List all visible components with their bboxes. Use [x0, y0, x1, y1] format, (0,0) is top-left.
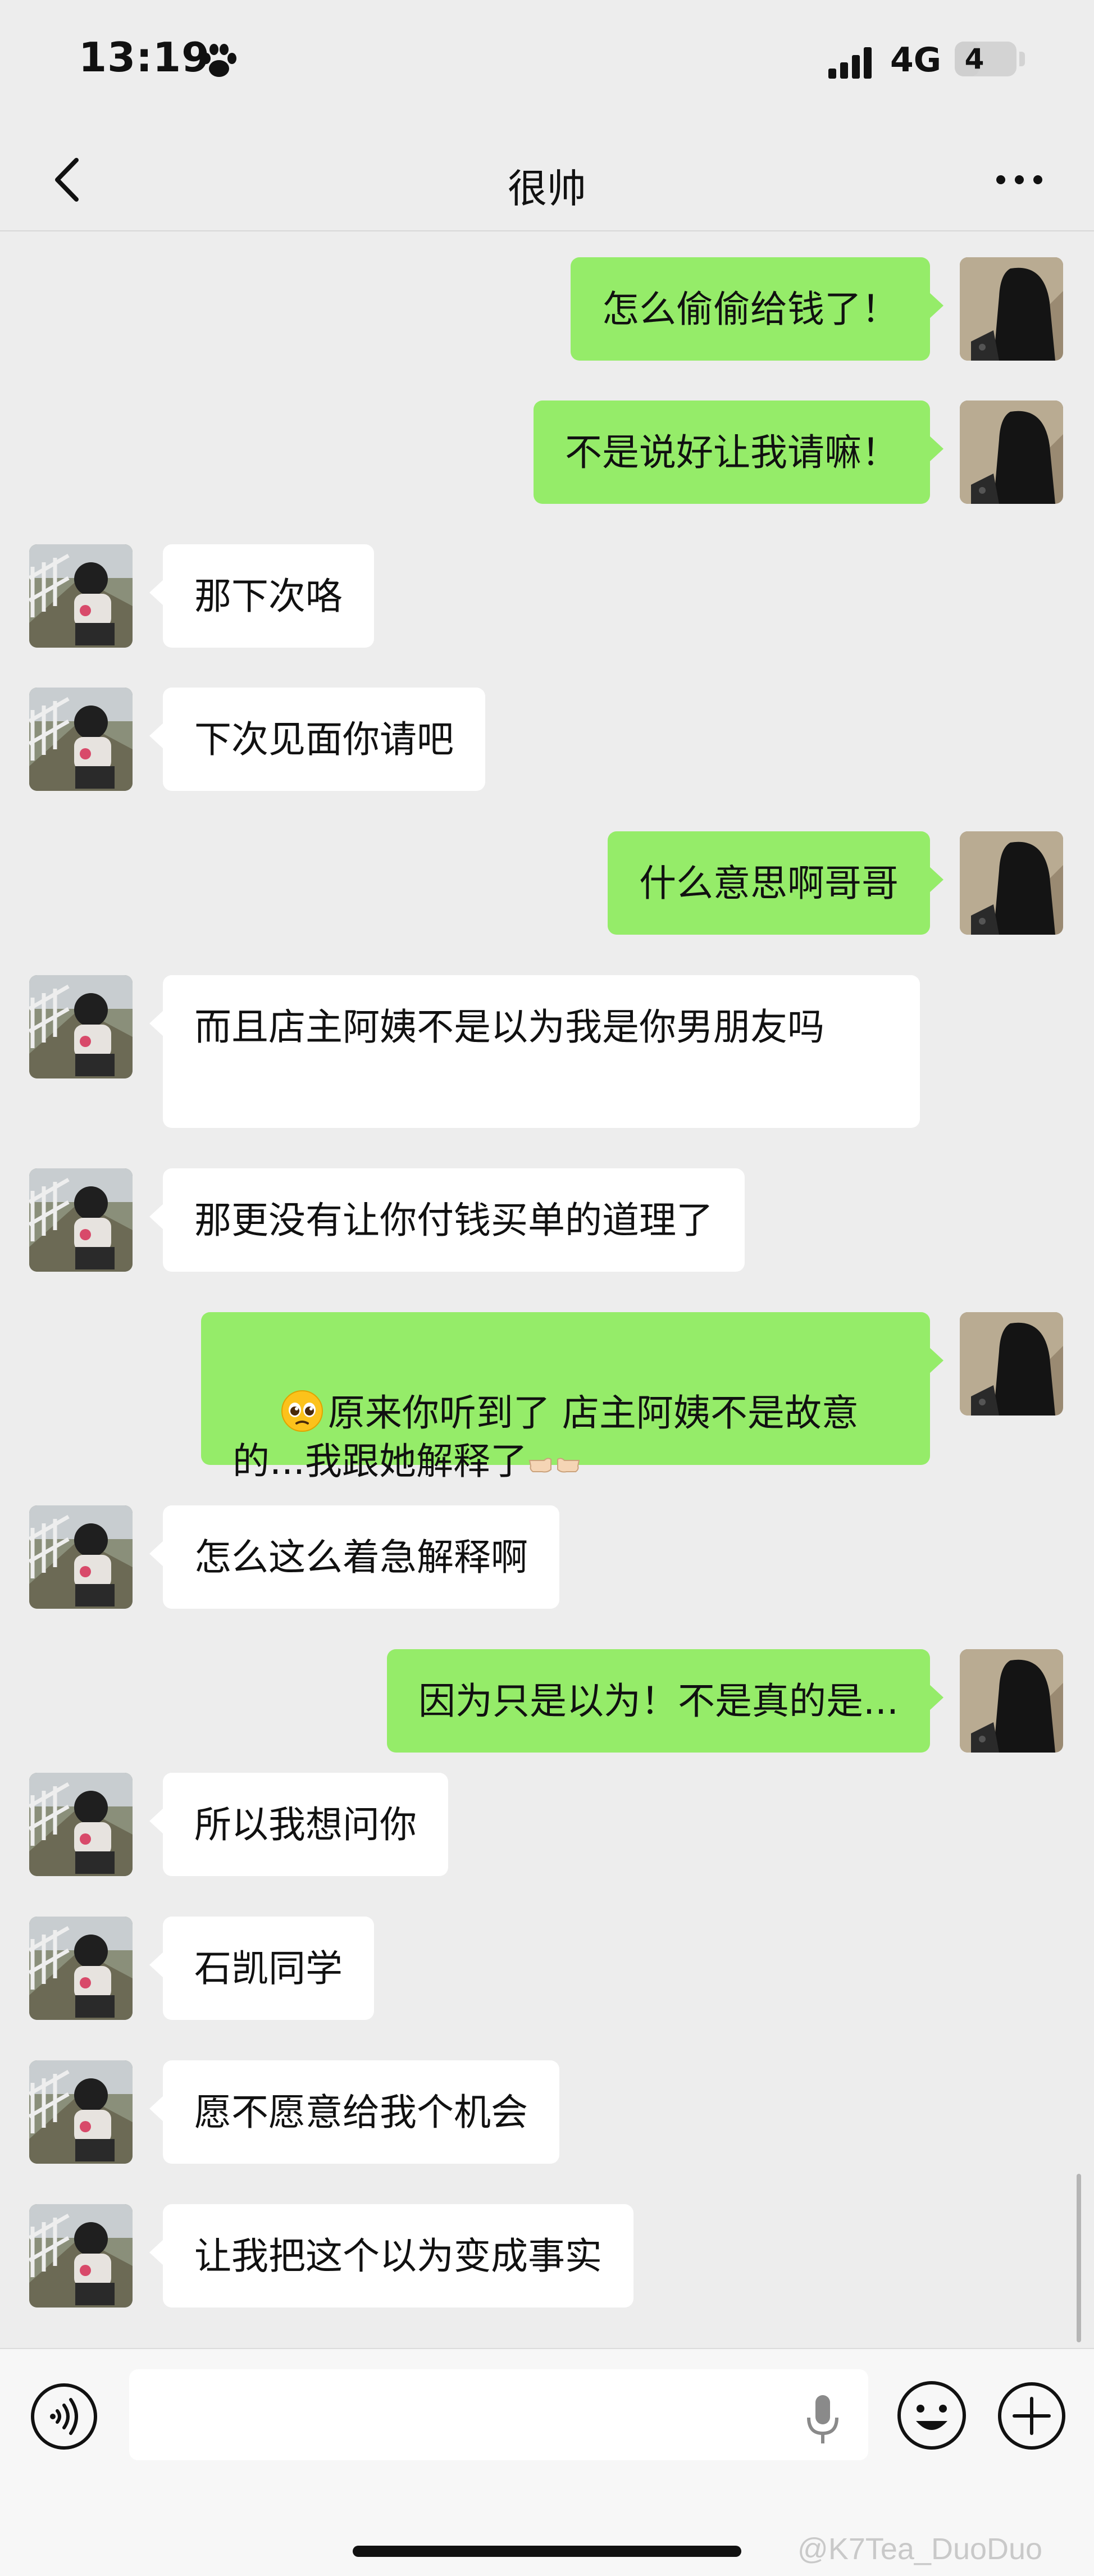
- chat-title: 很帅: [508, 166, 586, 212]
- received-message-bubble[interactable]: 下次见面你请吧: [149, 688, 485, 791]
- message-input-bar: @K7Tea_DuoDuo: [0, 2348, 1094, 2576]
- received-message-bubble[interactable]: 怎么这么着急解释啊: [149, 1505, 559, 1609]
- voice-mode-icon[interactable]: [29, 2382, 99, 2451]
- battery-icon: 4: [955, 42, 1016, 76]
- microphone-icon[interactable]: [803, 2393, 842, 2447]
- chat-scrollbar[interactable]: [1077, 2174, 1081, 2342]
- received-message-bubble[interactable]: 那更没有让你付钱买单的道理了: [149, 1168, 745, 1272]
- sent-message-bubble[interactable]: 什么意思啊哥哥: [608, 831, 943, 935]
- my-avatar[interactable]: [960, 1649, 1063, 1753]
- received-message-bubble[interactable]: 所以我想问你: [149, 1773, 448, 1876]
- sent-message-bubble[interactable]: 不是说好让我请嘛！: [534, 400, 943, 504]
- emoji-icon[interactable]: [896, 2379, 968, 2451]
- contact-avatar[interactable]: [29, 2060, 133, 2164]
- paw-icon: [202, 44, 236, 77]
- home-indicator[interactable]: [353, 2546, 741, 2557]
- battery-nub: [1019, 52, 1025, 66]
- message-text-input[interactable]: [129, 2369, 868, 2460]
- contact-avatar[interactable]: [29, 688, 133, 791]
- pleading-face-emoji-icon: [281, 1390, 323, 1432]
- my-avatar[interactable]: [960, 400, 1063, 504]
- network-type: 4G: [890, 40, 941, 80]
- sent-message-bubble[interactable]: 原来你听到了 店主阿姨不是故意的...我跟她解释了: [201, 1312, 943, 1483]
- received-message-bubble[interactable]: 愿不愿意给我个机会: [149, 2060, 559, 2164]
- sent-message-bubble[interactable]: 因为只是以为！不是真的是...: [387, 1649, 943, 1753]
- received-message-bubble[interactable]: 石凯同学: [149, 1917, 374, 2020]
- message-text: 的...我跟她解释了: [233, 1440, 527, 1483]
- contact-avatar[interactable]: [29, 1917, 133, 2020]
- my-avatar[interactable]: [960, 831, 1063, 935]
- received-message-bubble[interactable]: 让我把这个以为变成事实: [149, 2204, 633, 2308]
- sent-message-bubble[interactable]: 怎么偷偷给钱了！: [571, 257, 943, 361]
- message-text: 原来你听到了 店主阿姨不是故意: [327, 1391, 859, 1435]
- contact-avatar[interactable]: [29, 975, 133, 1078]
- contact-avatar[interactable]: [29, 1773, 133, 1876]
- status-bar: 13:19 4G 4: [0, 0, 1094, 129]
- received-message-bubble[interactable]: 而且店主阿姨不是以为我是你男朋友吗: [149, 975, 920, 1128]
- more-options-icon[interactable]: [994, 169, 1045, 191]
- contact-avatar[interactable]: [29, 1168, 133, 1272]
- received-message-bubble[interactable]: 那下次咯: [149, 544, 374, 648]
- contact-avatar[interactable]: [29, 2204, 133, 2308]
- my-avatar[interactable]: [960, 1312, 1063, 1416]
- cellular-signal-icon: [828, 47, 872, 79]
- chat-header: 很帅: [0, 129, 1094, 231]
- contact-avatar[interactable]: [29, 544, 133, 648]
- pointing-fingers-emoji-icon: [528, 1458, 580, 1473]
- my-avatar[interactable]: [960, 257, 1063, 361]
- contact-avatar[interactable]: [29, 1505, 133, 1609]
- battery-level: 4: [964, 43, 984, 75]
- watermark-text: @K7Tea_DuoDuo: [797, 2532, 1043, 2566]
- status-time: 13:19: [79, 34, 211, 81]
- add-more-icon[interactable]: [996, 2381, 1067, 2451]
